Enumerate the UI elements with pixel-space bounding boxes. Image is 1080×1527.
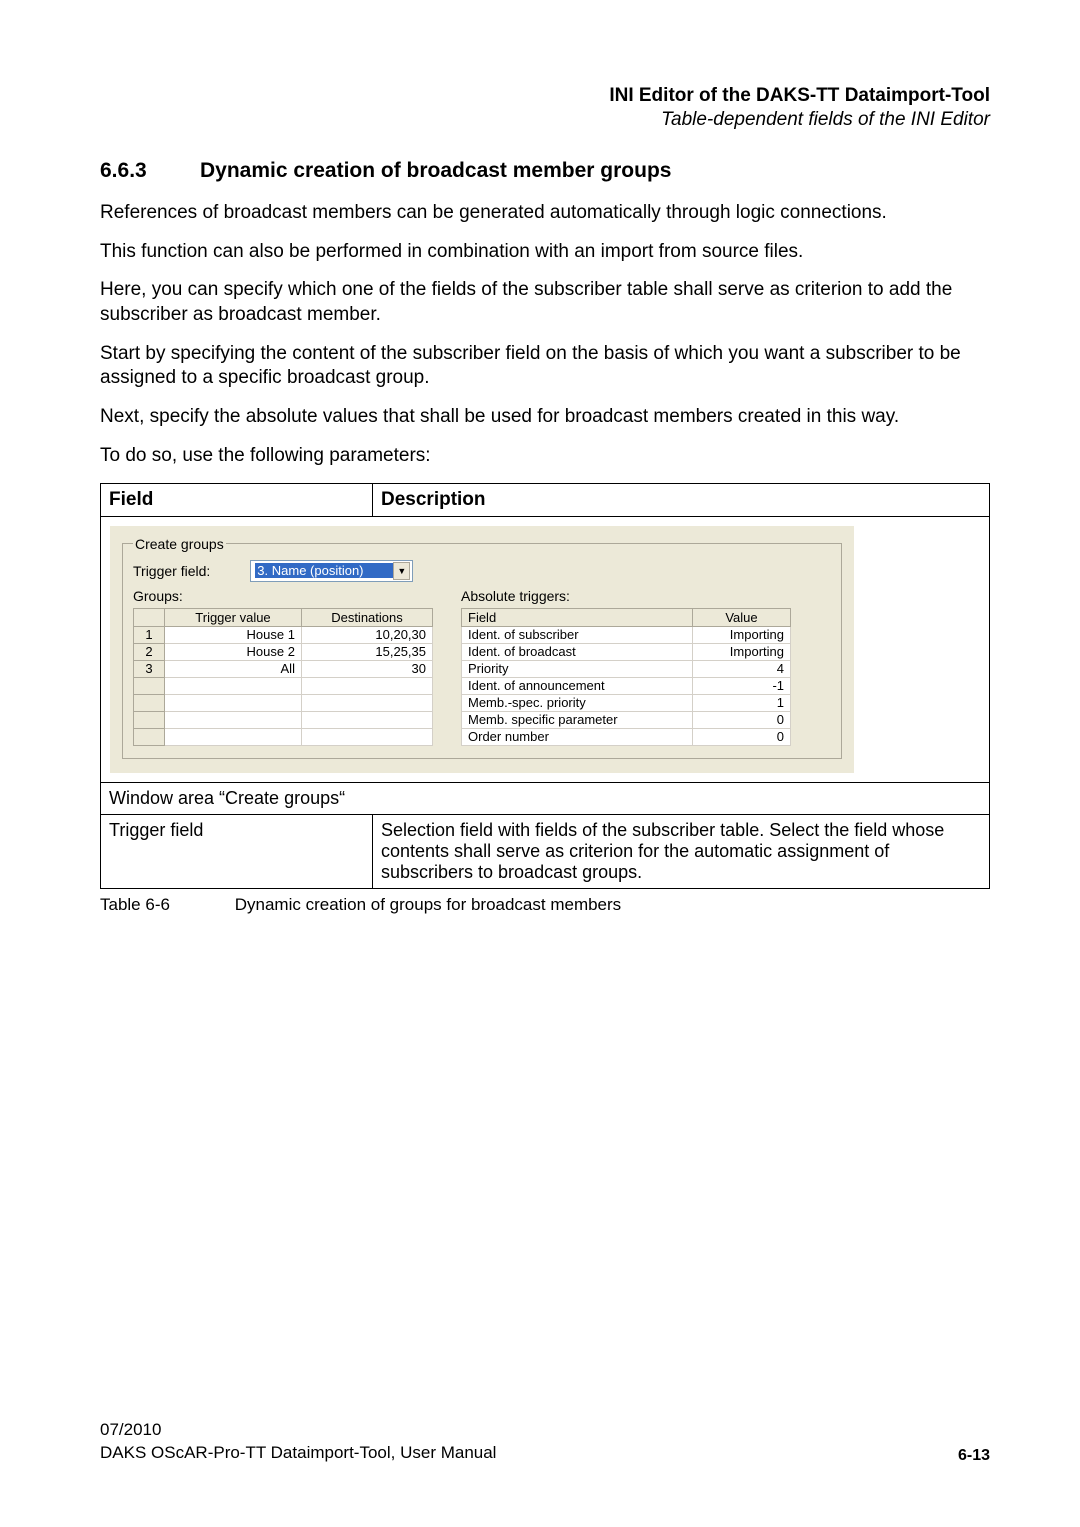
dropdown-arrow-icon[interactable]: ▼ [393,562,410,580]
table-row[interactable] [134,728,433,745]
caption-text: Dynamic creation of groups for broadcast… [235,895,621,914]
section-number: 6.6.3 [100,159,200,183]
table-row[interactable] [134,694,433,711]
trigger-field-label: Trigger field: [133,563,210,579]
create-groups-legend: Create groups [133,536,226,552]
row-trigger-field-desc: Selection field with fields of the subsc… [373,814,990,888]
parameter-table: Field Description Create groups Trigger … [100,483,990,889]
table-row[interactable]: 2House 215,25,35 [134,643,433,660]
abs-col-field: Field [462,608,693,626]
paragraph: Start by specifying the content of the s… [100,342,990,391]
paragraph: This function can also be performed in c… [100,240,990,265]
footer-date: 07/2010 [100,1419,496,1442]
groups-col-dest: Destinations [301,608,432,626]
screenshot-cell: Create groups Trigger field: 3. Name (po… [101,516,990,782]
groups-label: Groups: [133,588,433,604]
table-header-field: Field [101,483,373,516]
absolute-triggers-label: Absolute triggers: [461,588,791,604]
table-row[interactable] [134,711,433,728]
table-row[interactable]: 1House 110,20,30 [134,626,433,643]
header-title: INI Editor of the DAKS-TT Dataimport-Too… [100,85,990,107]
groups-grid[interactable]: Trigger value Destinations 1House 110,20… [133,608,433,746]
groups-col-trigger: Trigger value [165,608,302,626]
table-caption: Table 6-6 Dynamic creation of groups for… [100,895,990,915]
table-row[interactable]: Memb. specific parameter0 [462,711,791,728]
section-title: Dynamic creation of broadcast member gro… [200,159,671,182]
table-row[interactable]: Order number0 [462,728,791,745]
table-header-description: Description [373,483,990,516]
table-row[interactable]: Ident. of subscriberImporting [462,626,791,643]
trigger-field-value: 3. Name (position) [255,563,393,578]
table-row[interactable] [134,677,433,694]
table-row[interactable]: Priority4 [462,660,791,677]
paragraph: To do so, use the following parameters: [100,444,990,469]
table-row[interactable]: Memb.-spec. priority1 [462,694,791,711]
caption-label: Table 6-6 [100,895,230,915]
abs-col-value: Value [693,608,791,626]
row-trigger-field-label: Trigger field [101,814,373,888]
trigger-field-select[interactable]: 3. Name (position) ▼ [250,560,413,582]
header-subtitle: Table-dependent fields of the INI Editor [100,109,990,131]
create-groups-panel: Create groups Trigger field: 3. Name (po… [109,525,855,774]
absolute-triggers-grid[interactable]: Field Value Ident. of subscriberImportin… [461,608,791,746]
footer-doc-title: DAKS OScAR-Pro-TT Dataimport-Tool, User … [100,1442,496,1465]
paragraph: Next, specify the absolute values that s… [100,405,990,430]
row-window-area: Window area “Create groups“ [101,782,990,814]
table-row[interactable]: Ident. of announcement-1 [462,677,791,694]
section-heading: 6.6.3Dynamic creation of broadcast membe… [100,159,990,183]
paragraph: Here, you can specify which one of the f… [100,278,990,327]
table-row[interactable]: 3All30 [134,660,433,677]
table-row[interactable]: Ident. of broadcastImporting [462,643,791,660]
footer-page-number: 6-13 [958,1447,990,1465]
paragraph: References of broadcast members can be g… [100,201,990,226]
